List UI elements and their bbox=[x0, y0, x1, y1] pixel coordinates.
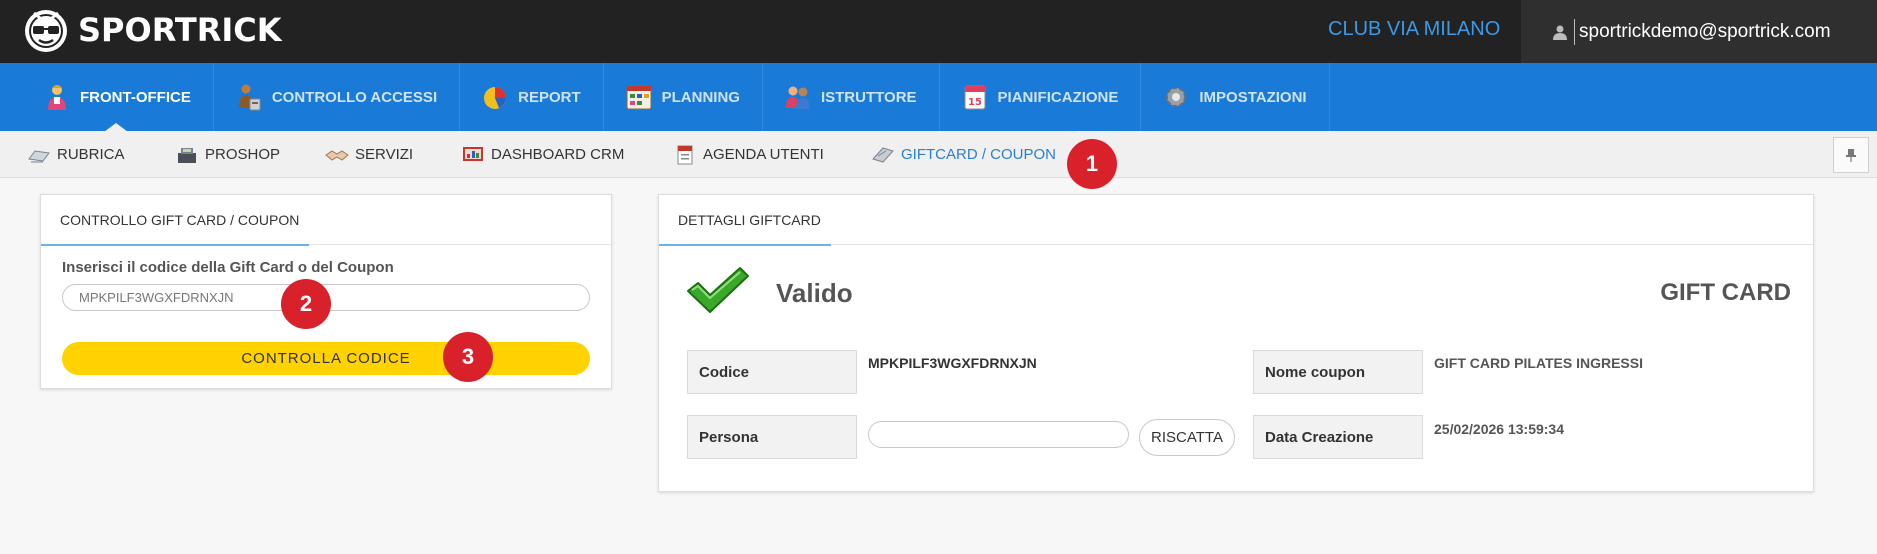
calendar-grid-icon bbox=[626, 85, 652, 110]
subnav-label: PROSHOP bbox=[205, 146, 281, 163]
user-icon bbox=[1553, 25, 1567, 40]
club-name[interactable]: CLUB VIA MILANO bbox=[1328, 18, 1500, 41]
nav-label: CONTROLLO ACCESSI bbox=[271, 88, 438, 106]
subnav-giftcard-coupon[interactable]: GIFTCARD / COUPON bbox=[871, 131, 1056, 178]
address-book-icon bbox=[28, 149, 50, 162]
user-separator bbox=[1574, 18, 1575, 45]
redeem-button[interactable]: RISCATTA bbox=[1139, 419, 1235, 456]
created-date-label: Data Creazione bbox=[1253, 415, 1423, 459]
card-type: GIFT CARD bbox=[1660, 279, 1791, 306]
brand-name: SPORTRICK bbox=[78, 11, 282, 49]
nav-istruttore[interactable]: ISTRUTTORE bbox=[763, 63, 940, 131]
nav-label: REPORT bbox=[518, 88, 581, 106]
nav-planning[interactable]: PLANNING bbox=[604, 63, 763, 131]
step-badge-3: 3 bbox=[443, 332, 493, 382]
subnav-dashboard-crm[interactable]: DASHBOARD CRM bbox=[461, 131, 624, 178]
step-badge-1: 1 bbox=[1067, 139, 1117, 189]
nav-front-office[interactable]: FRONT-OFFICE bbox=[22, 63, 214, 131]
agenda-icon bbox=[677, 145, 693, 164]
person-label: Persona bbox=[687, 415, 857, 459]
nav-label: FRONT-OFFICE bbox=[80, 88, 191, 106]
pie-chart-icon bbox=[484, 87, 507, 109]
nav-label: IMPOSTAZIONI bbox=[1199, 88, 1307, 106]
subnav-label: DASHBOARD CRM bbox=[491, 146, 625, 163]
calendar-icon: 15 bbox=[964, 85, 986, 110]
panel-title: DETTAGLI GIFTCARD bbox=[659, 195, 831, 246]
subnav-servizi[interactable]: SERVIZI bbox=[325, 131, 413, 178]
nav-pianificazione[interactable]: 15 PIANIFICAZIONE bbox=[940, 63, 1142, 131]
instructor-icon bbox=[785, 86, 810, 109]
status-valid: Valido bbox=[776, 278, 853, 308]
logo-icon bbox=[25, 10, 67, 52]
main-nav: FRONT-OFFICE CONTROLLO ACCESSI REPORT PL… bbox=[0, 63, 1877, 132]
nav-report[interactable]: REPORT bbox=[460, 63, 604, 131]
front-office-icon bbox=[48, 85, 66, 110]
valid-check-icon bbox=[687, 267, 749, 313]
gear-icon bbox=[1166, 87, 1187, 107]
panel-header: DETTAGLI GIFTCARD bbox=[659, 195, 1813, 246]
logo[interactable]: SPORTRICK bbox=[20, 4, 282, 56]
pin-button[interactable] bbox=[1833, 137, 1869, 173]
code-label: Codice bbox=[687, 350, 857, 394]
subnav-rubrica[interactable]: RUBRICA bbox=[27, 131, 125, 178]
handshake-icon bbox=[325, 149, 349, 161]
created-date-value: 25/02/2026 13:59:34 bbox=[1434, 421, 1564, 437]
dashboard-icon bbox=[463, 146, 483, 161]
panel-header: CONTROLLO GIFT CARD / COUPON bbox=[40, 195, 611, 246]
nav-label: PIANIFICAZIONE bbox=[997, 88, 1119, 106]
giftcard-icon bbox=[872, 146, 894, 163]
user-email[interactable]: sportrickdemo@sportrick.com bbox=[1579, 21, 1831, 43]
sub-nav: RUBRICA PROSHOP SERVIZI DASHBOARD CRM AG… bbox=[0, 131, 1877, 178]
giftcard-details-panel: DETTAGLI GIFTCARD Valido GIFT CARD Codic… bbox=[658, 194, 1814, 492]
user-menu[interactable]: sportrickdemo@sportrick.com bbox=[1521, 0, 1877, 63]
access-control-icon bbox=[238, 84, 261, 111]
subnav-label: AGENDA UTENTI bbox=[703, 146, 824, 163]
nav-impostazioni[interactable]: IMPOSTAZIONI bbox=[1141, 63, 1330, 131]
subnav-proshop[interactable]: PROSHOP bbox=[175, 131, 280, 178]
nav-label: ISTRUTTORE bbox=[820, 88, 917, 106]
pin-icon bbox=[1846, 149, 1856, 162]
code-value: MPKPILF3WGXFDRNXJN bbox=[868, 355, 1037, 371]
step-badge-2: 2 bbox=[281, 279, 331, 329]
coupon-name-value: GIFT CARD PILATES INGRESSI bbox=[1434, 355, 1643, 371]
nav-label: PLANNING bbox=[661, 88, 740, 106]
subnav-agenda-utenti[interactable]: AGENDA UTENTI bbox=[673, 131, 824, 178]
panel-title: CONTROLLO GIFT CARD / COUPON bbox=[40, 195, 310, 246]
top-bar: SPORTRICK CLUB VIA MILANO sportrickdemo@… bbox=[0, 0, 1877, 63]
person-input[interactable] bbox=[868, 421, 1129, 448]
nav-controllo-accessi[interactable]: CONTROLLO ACCESSI bbox=[214, 63, 461, 131]
subnav-label: RUBRICA bbox=[57, 146, 125, 163]
subnav-label: GIFTCARD / COUPON bbox=[901, 146, 1057, 163]
subnav-label: SERVIZI bbox=[355, 146, 414, 163]
code-input-label: Inserisci il codice della Gift Card o de… bbox=[62, 259, 394, 276]
check-code-button[interactable]: CONTROLLA CODICE bbox=[62, 342, 590, 375]
svg-text:15: 15 bbox=[968, 97, 982, 108]
cash-register-icon bbox=[178, 147, 196, 163]
coupon-name-label: Nome coupon bbox=[1253, 350, 1423, 394]
